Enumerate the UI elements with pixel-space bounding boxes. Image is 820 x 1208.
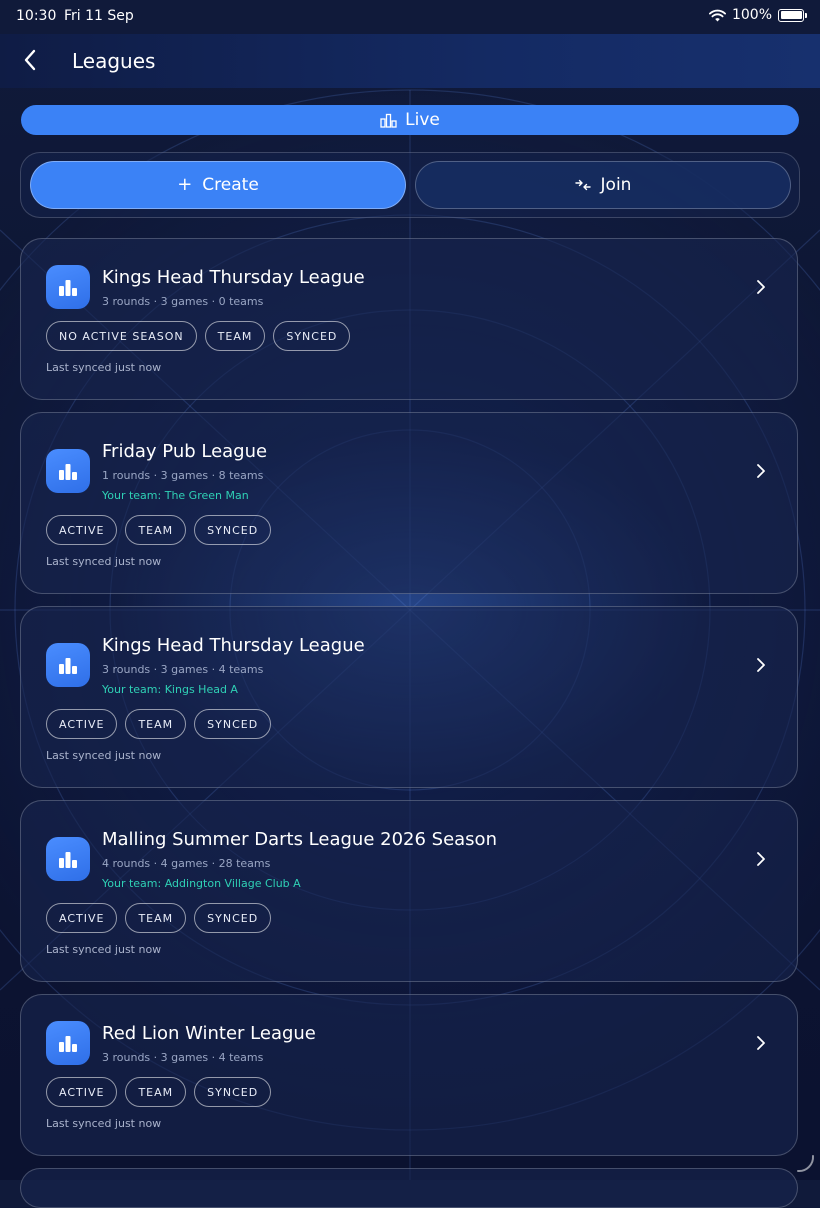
status-chip: ACTIVE xyxy=(46,1077,118,1107)
create-label: Create xyxy=(202,175,259,195)
league-name: Malling Summer Darts League 2026 Season xyxy=(102,829,497,850)
chevron-right-icon xyxy=(757,464,765,478)
sync-chip: SYNCED xyxy=(194,515,272,545)
live-button[interactable]: Live xyxy=(21,105,799,135)
join-button[interactable]: Join xyxy=(415,161,791,209)
sync-chip: SYNCED xyxy=(194,903,272,933)
last-synced: Last synced just now xyxy=(46,749,162,762)
back-button[interactable] xyxy=(16,46,44,74)
status-chip: ACTIVE xyxy=(46,903,118,933)
league-name: Kings Head Thursday League xyxy=(102,635,365,656)
status-date: Fri 11 Sep xyxy=(64,8,134,24)
status-time: 10:30 xyxy=(16,8,57,24)
live-label: Live xyxy=(405,110,440,130)
status-chip: ACTIVE xyxy=(46,709,118,739)
type-chip: TEAM xyxy=(125,709,187,739)
league-meta: 3 rounds · 3 games · 4 teams xyxy=(102,1051,264,1064)
league-icon xyxy=(46,643,90,687)
league-name: Friday Pub League xyxy=(102,441,268,462)
navigation-bar: Leagues xyxy=(0,34,820,88)
league-chips: ACTIVE TEAM SYNCED xyxy=(46,903,272,933)
join-arrows-icon xyxy=(574,179,591,191)
sync-chip: SYNCED xyxy=(194,1077,272,1107)
league-card[interactable]: Kings Head Thursday League 3 rounds · 3 … xyxy=(20,606,798,788)
league-icon xyxy=(46,265,90,309)
league-icon xyxy=(46,449,90,493)
league-name: Red Lion Winter League xyxy=(102,1023,316,1044)
your-team: Your team: Kings Head A xyxy=(102,683,238,696)
type-chip: TEAM xyxy=(125,515,187,545)
status-chip: ACTIVE xyxy=(46,515,118,545)
bar-chart-icon xyxy=(59,280,77,296)
league-chips: NO ACTIVE SEASON TEAM SYNCED xyxy=(46,321,351,351)
league-icon xyxy=(46,1021,90,1065)
last-synced: Last synced just now xyxy=(46,361,162,374)
status-chip: NO ACTIVE SEASON xyxy=(46,321,197,351)
status-right: 100% xyxy=(708,7,807,23)
wifi-icon xyxy=(708,9,726,21)
league-meta: 4 rounds · 4 games · 28 teams xyxy=(102,857,271,870)
your-team: Your team: Addington Village Club A xyxy=(102,877,301,890)
chevron-right-icon xyxy=(757,852,765,866)
chevron-right-icon xyxy=(757,1036,765,1050)
chevron-right-icon xyxy=(757,280,765,294)
chevron-left-icon xyxy=(24,49,36,71)
page-title: Leagues xyxy=(72,49,156,73)
create-join-segment: + Create Join xyxy=(20,152,800,218)
league-chips: ACTIVE TEAM SYNCED xyxy=(46,709,272,739)
join-label: Join xyxy=(600,175,632,195)
create-button[interactable]: + Create xyxy=(30,161,406,209)
last-synced: Last synced just now xyxy=(46,943,162,956)
type-chip: TEAM xyxy=(125,1077,187,1107)
bar-chart-icon xyxy=(59,464,77,480)
league-meta: 3 rounds · 3 games · 0 teams xyxy=(102,295,264,308)
league-name: Kings Head Thursday League xyxy=(102,267,365,288)
battery-icon xyxy=(778,8,807,22)
league-card[interactable]: Kings Head Thursday League 3 rounds · 3 … xyxy=(20,238,798,400)
bar-chart-icon xyxy=(59,1036,77,1052)
last-synced: Last synced just now xyxy=(46,1117,162,1130)
league-meta: 1 rounds · 3 games · 8 teams xyxy=(102,469,264,482)
bar-chart-icon xyxy=(59,658,77,674)
your-team: Your team: The Green Man xyxy=(102,489,249,502)
last-synced: Last synced just now xyxy=(46,555,162,568)
type-chip: TEAM xyxy=(125,903,187,933)
chart-bars-icon xyxy=(380,113,397,128)
sync-chip: SYNCED xyxy=(194,709,272,739)
league-chips: ACTIVE TEAM SYNCED xyxy=(46,515,272,545)
league-card[interactable]: Red Lion Winter League 3 rounds · 3 game… xyxy=(20,994,798,1156)
league-chips: ACTIVE TEAM SYNCED xyxy=(46,1077,272,1107)
battery-percent: 100% xyxy=(731,7,772,23)
loading-spinner-icon xyxy=(797,1155,815,1173)
chevron-right-icon xyxy=(757,658,765,672)
league-icon xyxy=(46,837,90,881)
league-card[interactable]: Malling Summer Darts League 2026 Season … xyxy=(20,800,798,982)
status-bar: 10:30 Fri 11 Sep 100% xyxy=(0,0,820,34)
league-meta: 3 rounds · 3 games · 4 teams xyxy=(102,663,264,676)
bar-chart-icon xyxy=(59,852,77,868)
plus-icon: + xyxy=(177,174,193,195)
sync-chip: SYNCED xyxy=(273,321,351,351)
type-chip: TEAM xyxy=(204,321,266,351)
league-card-partial[interactable] xyxy=(20,1168,798,1208)
league-card[interactable]: Friday Pub League 1 rounds · 3 games · 8… xyxy=(20,412,798,594)
